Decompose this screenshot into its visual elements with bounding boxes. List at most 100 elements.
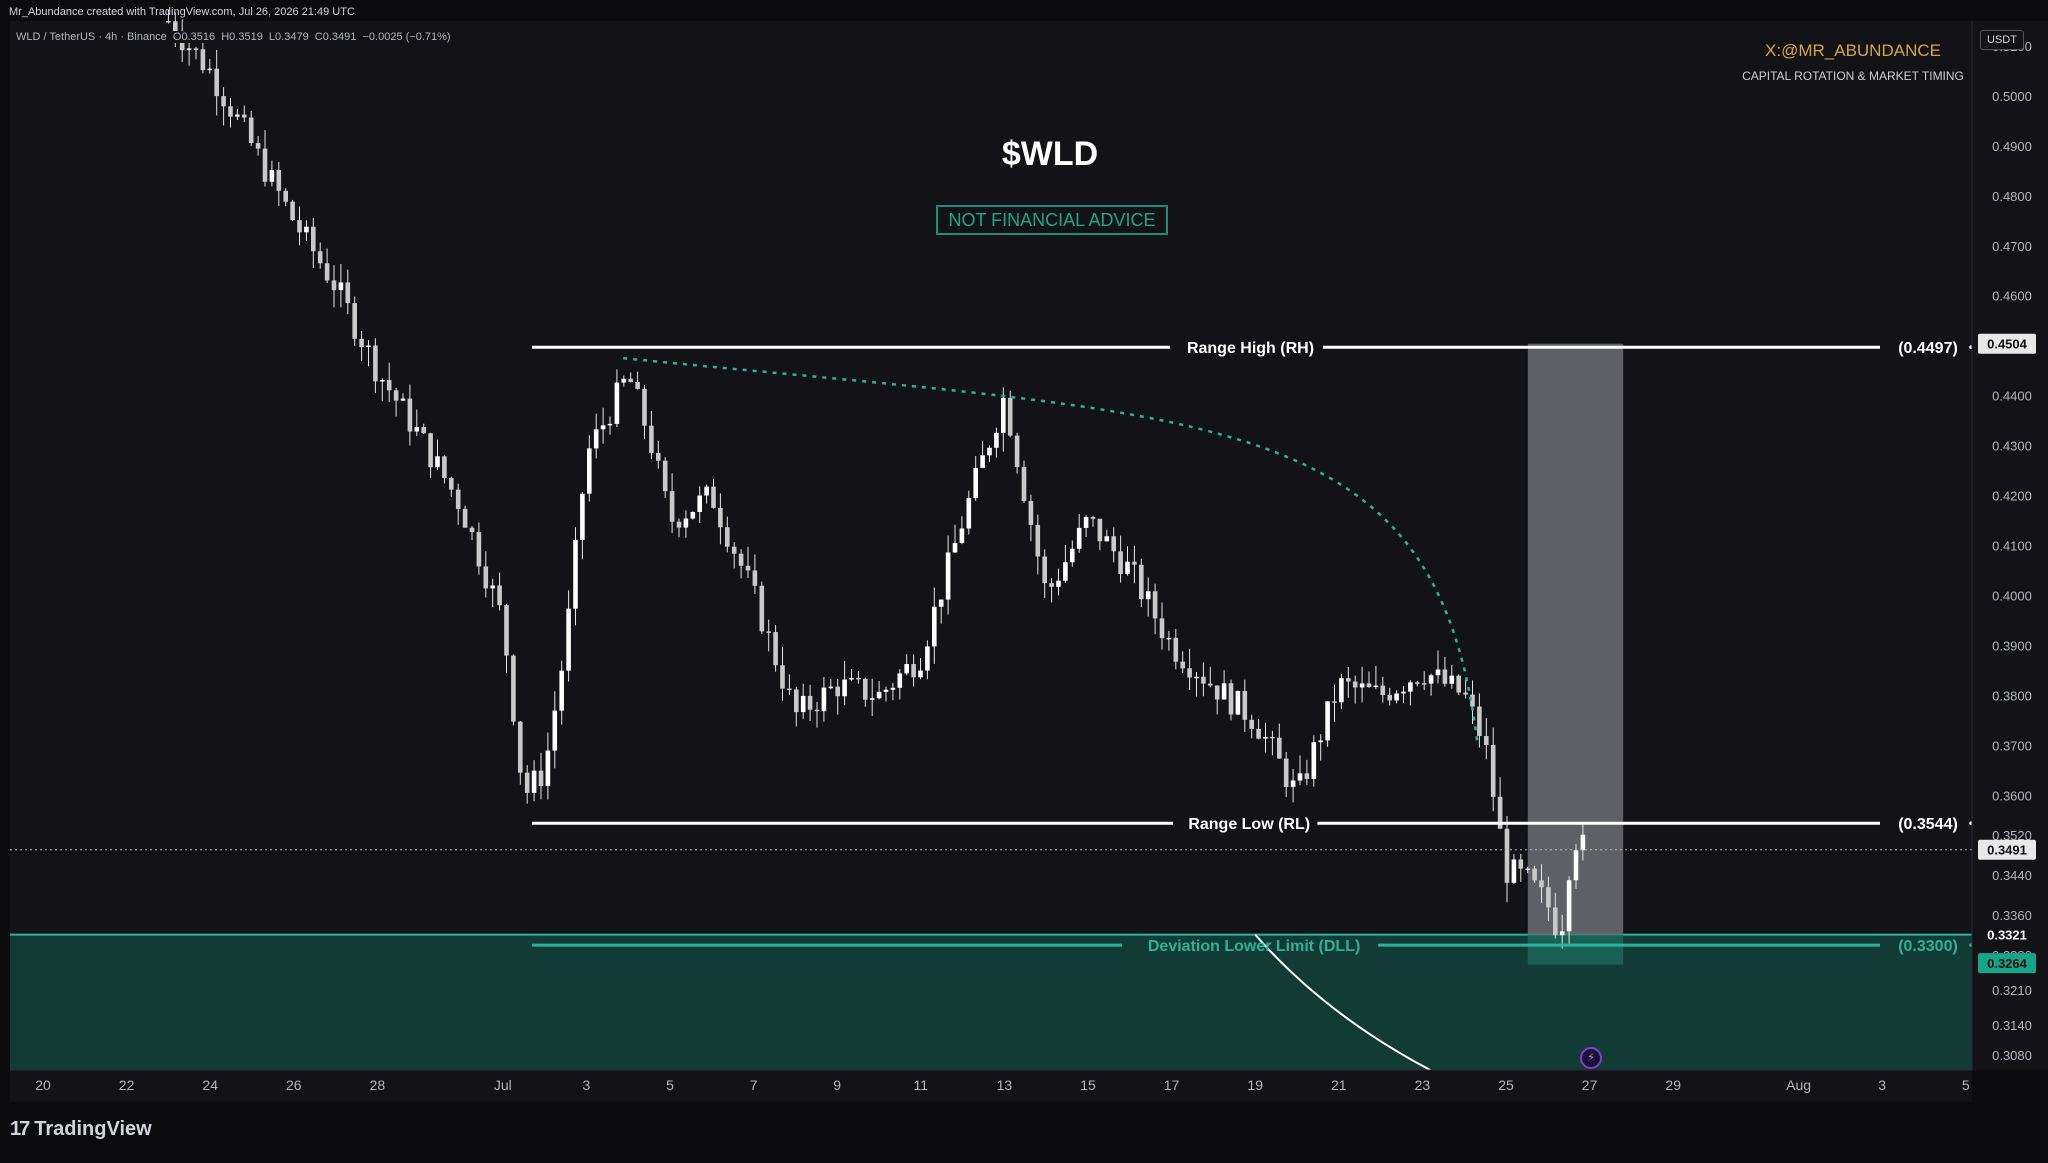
candle-body <box>1463 692 1468 695</box>
range-low-value: (0.3544) <box>1898 816 1958 833</box>
tradingview-brand[interactable]: 17 TradingView <box>10 1118 152 1141</box>
time-tick-label: 28 <box>370 1077 386 1093</box>
price-tick-label: 0.4600 <box>1992 289 2032 304</box>
candle-body <box>932 606 937 647</box>
dll-value: (0.3300) <box>1898 938 1958 955</box>
candle-body <box>614 382 620 424</box>
chart-credit: Mr_Abundance created with TradingView.co… <box>9 6 355 18</box>
candle-body <box>642 388 647 426</box>
candle-body <box>221 96 226 107</box>
time-tick-label: 7 <box>750 1077 758 1093</box>
time-tick-label: 9 <box>833 1077 841 1093</box>
time-tick-label: 21 <box>1331 1077 1347 1093</box>
candle-body <box>297 220 302 233</box>
candle-body <box>1007 397 1013 436</box>
candle-body <box>497 585 502 606</box>
candle-body <box>255 143 261 149</box>
candle-body <box>876 691 882 699</box>
candle-body <box>304 226 309 233</box>
author-handle: X:@MR_ABUNDANCE <box>1765 41 1941 60</box>
candle-body <box>1014 435 1020 468</box>
candle-body <box>235 114 240 117</box>
candle-body <box>552 710 558 751</box>
candle-body <box>1573 850 1579 881</box>
range-high-label: Range High (RH) <box>1187 340 1314 357</box>
candle-body <box>1559 931 1565 936</box>
candle-body <box>573 539 578 609</box>
candle-body <box>918 670 923 678</box>
author-tagline: CAPITAL ROTATION & MARKET TIMING <box>1742 69 1964 83</box>
price-tick-label: 0.3600 <box>1992 788 2032 803</box>
candle-body <box>580 493 585 540</box>
candle-body <box>559 670 564 711</box>
candle-body <box>511 655 516 722</box>
candle-body <box>752 570 758 586</box>
candle-body <box>442 456 447 478</box>
symbol-legend[interactable]: WLD / TetherUS · 4h · Binance O0.3516 H0… <box>16 31 457 43</box>
price-tick-label: 0.5000 <box>1992 89 2032 104</box>
price-tick-label: 0.4300 <box>1992 439 2032 454</box>
candle-body <box>973 467 978 499</box>
time-tick-label: 23 <box>1415 1077 1431 1093</box>
candle-body <box>759 585 765 632</box>
candle-body <box>1504 828 1510 883</box>
candle-body <box>207 68 213 71</box>
candle-body <box>490 585 495 589</box>
candle-body <box>1083 517 1089 528</box>
time-tick-label: 24 <box>202 1077 218 1093</box>
candle-body <box>504 605 509 656</box>
candle-body <box>966 498 972 529</box>
candle-body <box>1332 701 1337 703</box>
candle-body <box>186 48 192 51</box>
candle-body <box>1553 907 1558 936</box>
currency-label[interactable]: USDT <box>1980 30 2024 50</box>
ticker-title: $WLD <box>1002 135 1098 173</box>
candle-body <box>290 201 295 221</box>
candle-body <box>1145 591 1151 600</box>
price-tick-label: 0.3700 <box>1992 738 2032 753</box>
candle-body <box>704 486 709 496</box>
candle-body <box>531 770 537 793</box>
candle-body <box>380 380 385 382</box>
candle-body <box>566 608 571 671</box>
candle-body <box>1532 868 1537 881</box>
candle-body <box>1166 637 1172 640</box>
candle-body <box>324 263 330 281</box>
candle-body <box>731 546 737 554</box>
candle-body <box>414 427 420 432</box>
lightning-icon[interactable]: ⚡ <box>1580 1047 1602 1069</box>
candle-body <box>890 687 896 690</box>
candle-body <box>462 508 468 528</box>
candle-body <box>1380 685 1386 695</box>
price-tick-label: 0.3800 <box>1992 688 2032 703</box>
candle-body <box>1118 551 1123 574</box>
candle-body <box>476 532 482 567</box>
candle-body <box>1056 580 1061 587</box>
candle-body <box>311 226 316 252</box>
candle-body <box>248 117 254 144</box>
candle-body <box>1518 859 1524 869</box>
price-badge-label: 0.3264 <box>1987 956 2028 971</box>
candle-body <box>842 679 847 697</box>
chart-canvas[interactable]: Range High (RH) (0.4497) Range Low (RL) (0.… <box>0 0 2048 1158</box>
candle-body <box>952 542 958 553</box>
candle-body <box>1076 527 1082 549</box>
candle-body <box>1408 682 1413 692</box>
candle-body <box>1484 736 1489 745</box>
time-tick-label: 3 <box>583 1077 591 1093</box>
candle-body <box>1415 682 1420 684</box>
candle-body <box>835 686 840 697</box>
chart-svg[interactable]: Range High (RH) (0.4497) Range Low (RL) (0.… <box>0 0 2048 1158</box>
candle-body <box>980 455 985 468</box>
candle-body <box>1063 562 1068 581</box>
candle-body <box>1359 683 1365 688</box>
candle-body <box>1442 669 1448 684</box>
candle-body <box>200 49 206 71</box>
price-tick-label: 0.3360 <box>1992 908 2032 923</box>
candle-body <box>635 382 640 389</box>
candle-body <box>883 689 889 692</box>
candle-body <box>925 646 930 671</box>
tradingview-brand-name: TradingView <box>34 1118 152 1140</box>
candle-body <box>600 425 606 430</box>
candle-body <box>1325 701 1330 741</box>
